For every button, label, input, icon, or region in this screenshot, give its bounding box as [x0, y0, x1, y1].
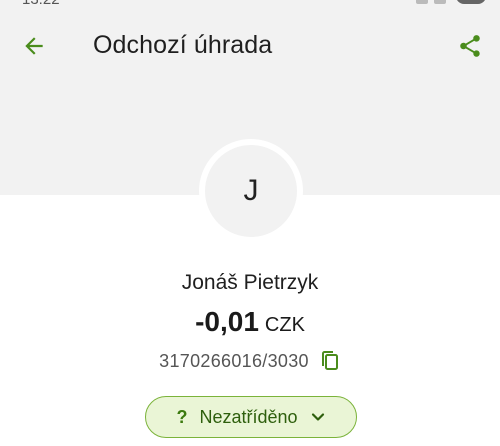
category-label: Nezatříděno — [199, 406, 298, 427]
share-icon — [460, 35, 480, 57]
battery-icon — [456, 0, 486, 4]
account-number: 3170266016/3030 — [159, 350, 309, 371]
copy-button[interactable] — [319, 349, 341, 373]
account-row: 3170266016/3030 — [0, 349, 500, 373]
amount-value: -0,01 — [195, 306, 259, 337]
share-button[interactable] — [450, 26, 490, 66]
avatar: J — [199, 139, 303, 243]
transaction-amount: -0,01 CZK — [0, 306, 500, 338]
wifi-icon — [434, 0, 446, 4]
question-mark-icon: ? — [176, 406, 188, 427]
amount-currency: CZK — [264, 314, 305, 336]
page-title: Odchozí úhrada — [93, 31, 273, 59]
signal-icon — [416, 0, 428, 4]
status-time: 13:22 — [22, 0, 60, 8]
status-icons — [376, 0, 486, 6]
arrow-left-icon — [25, 37, 43, 55]
back-button[interactable] — [14, 26, 54, 66]
category-chip[interactable]: ? Nezatříděno — [145, 396, 357, 438]
counterparty-name: Jonáš Pietrzyk — [181, 271, 319, 294]
app-bar: Odchozí úhrada — [0, 18, 500, 74]
avatar-initial: J — [243, 174, 259, 207]
status-bar: 13:22 — [0, 0, 500, 8]
chevron-down-icon — [310, 409, 326, 425]
copy-icon — [321, 351, 338, 370]
